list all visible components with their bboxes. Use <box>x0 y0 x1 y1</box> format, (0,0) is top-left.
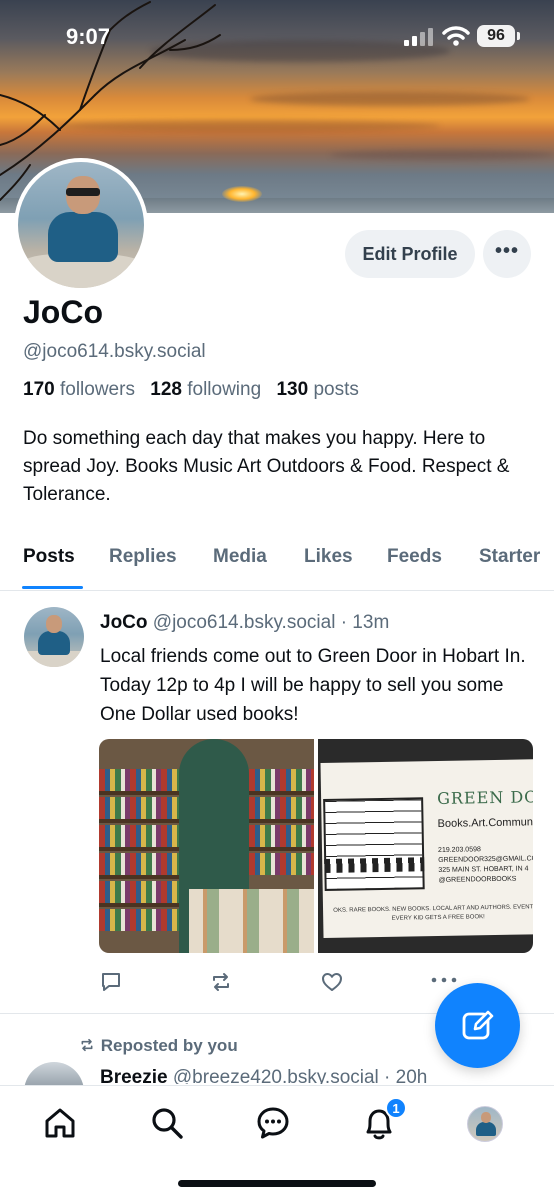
nav-profile-avatar[interactable] <box>467 1106 503 1142</box>
post-author-name[interactable]: JoCo <box>100 612 148 633</box>
status-bar: 9:07 96 <box>0 0 554 72</box>
following-count: 128 <box>150 379 182 400</box>
profile-name: JoCo <box>23 294 103 330</box>
post-header: JoCo @joco614.bsky.social · 13m <box>100 612 389 634</box>
tab-feeds[interactable]: Feeds <box>387 546 442 568</box>
compose-icon <box>462 1010 494 1040</box>
wifi-icon <box>442 26 470 46</box>
edit-profile-button[interactable]: Edit Profile <box>345 230 475 278</box>
profile-stats: 170 followers 128 following 130 posts <box>23 379 359 401</box>
home-icon[interactable] <box>43 1106 77 1140</box>
search-icon[interactable] <box>150 1106 184 1140</box>
profile-bio: Do something each day that makes you hap… <box>23 428 510 505</box>
posts-label: posts <box>313 379 359 400</box>
card-subtitle: Books.Art.Communit <box>437 816 533 830</box>
post-image-bookstore[interactable] <box>99 739 314 953</box>
profile-more-button[interactable]: ••• <box>483 230 531 278</box>
signal-icon <box>404 28 433 46</box>
next-post-handle[interactable]: @breeze420.bsky.social <box>173 1067 379 1084</box>
tab-posts[interactable]: Posts <box>23 546 75 568</box>
card-info: 219.203.0598 GREENDOOR325@GMAIL.COM 325 … <box>438 844 533 886</box>
following-label: following <box>187 379 262 400</box>
followers-count: 170 <box>23 379 55 400</box>
followers-label: followers <box>59 379 135 400</box>
post-author-avatar[interactable] <box>24 607 84 667</box>
posts-stat: 130 posts <box>276 379 358 400</box>
following-link[interactable]: 128 following <box>150 379 261 400</box>
card-footer: OKS. RARE BOOKS. NEW BOOKS. LOCAL ART AN… <box>323 903 533 925</box>
reply-icon[interactable] <box>99 970 123 994</box>
next-post-header: Breezie @breeze420.bsky.social · 20h <box>100 1066 427 1084</box>
home-indicator <box>178 1180 376 1187</box>
repost-label: Reposted by you <box>100 1036 238 1055</box>
status-time: 9:07 <box>66 24 111 49</box>
compose-button[interactable] <box>435 983 520 1068</box>
post-image-business-card[interactable]: GREEN DOO Books.Art.Communit 219.203.059… <box>318 739 533 953</box>
posts-count: 130 <box>276 379 309 400</box>
post-time[interactable]: · 13m <box>341 612 390 633</box>
post-text: Local friends come out to Green Door in … <box>100 646 526 725</box>
tab-starter[interactable]: Starter <box>479 546 540 568</box>
repost-icon[interactable] <box>209 970 233 994</box>
profile-tabs: Posts Replies Media Likes Feeds Starter <box>0 540 554 590</box>
next-post-time[interactable]: · 20h <box>384 1067 427 1084</box>
tab-replies[interactable]: Replies <box>109 546 177 568</box>
battery-indicator: 96 <box>477 25 520 47</box>
like-icon[interactable] <box>320 970 344 994</box>
post-author-handle[interactable]: @joco614.bsky.social <box>153 612 336 633</box>
notifications-badge: 1 <box>385 1097 407 1119</box>
active-tab-indicator <box>22 586 83 589</box>
card-social: @GREENDOORBOOKS <box>438 875 517 884</box>
profile-avatar[interactable] <box>14 158 148 292</box>
repost-indicator: Reposted by you <box>78 1036 238 1056</box>
divider <box>0 590 554 591</box>
business-card: GREEN DOO Books.Art.Communit 219.203.059… <box>320 759 533 938</box>
tab-media[interactable]: Media <box>213 546 267 568</box>
card-title: GREEN DOO <box>436 786 533 808</box>
repost-small-icon <box>81 1038 93 1052</box>
chat-icon[interactable] <box>256 1106 290 1140</box>
profile-handle: @joco614.bsky.social <box>23 341 206 362</box>
tab-likes[interactable]: Likes <box>304 546 353 568</box>
next-post-author[interactable]: Breezie <box>100 1067 168 1084</box>
followers-link[interactable]: 170 followers <box>23 379 135 400</box>
